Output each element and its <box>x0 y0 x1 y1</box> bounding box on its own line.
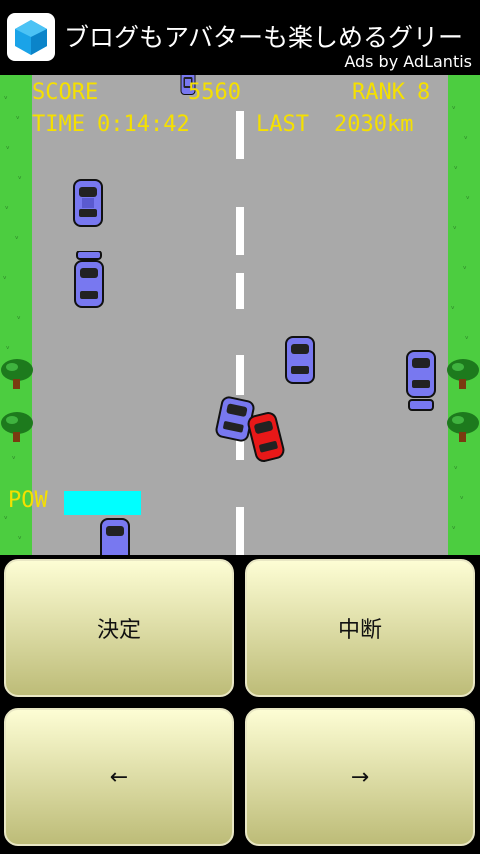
lane-marking <box>236 355 244 395</box>
time-label: TIME <box>32 112 85 137</box>
lane-marking <box>236 207 244 255</box>
right-button[interactable]: → <box>245 708 475 846</box>
lane-marking <box>236 273 244 309</box>
enemy-car <box>285 336 315 384</box>
score-value: 5560 <box>188 80 241 105</box>
score-label: SCORE <box>32 80 99 105</box>
rank-label: RANK <box>352 80 405 105</box>
enemy-car <box>100 518 130 555</box>
pow-label: POW <box>8 488 48 513</box>
player-car <box>247 411 285 463</box>
time-value: 0:14:42 <box>97 112 190 137</box>
tree-icon <box>1 359 33 389</box>
lane-marking <box>236 111 244 159</box>
tree-icon <box>447 412 479 442</box>
enemy-car <box>73 179 103 227</box>
ad-text[interactable]: ブログもアバターも楽しめるグリー <box>64 18 463 54</box>
hexagon-cube-icon <box>7 13 55 61</box>
last-label: LAST <box>256 112 309 137</box>
control-panel: 決定 中断 ← → <box>0 555 480 854</box>
pow-bar <box>64 491 141 515</box>
left-grass: ᵛᵛᵛ ᵛᵛᵛ ᵛᵛᵛ ᵛᵛᵛ <box>0 75 32 555</box>
ad-banner[interactable]: ブログもアバターも楽しめるグリー Ads by AdLantis <box>0 0 480 75</box>
pause-button[interactable]: 中断 <box>245 559 475 697</box>
confirm-button[interactable]: 決定 <box>4 559 234 697</box>
ad-credit: Ads by AdLantis <box>344 52 472 71</box>
enemy-car <box>74 251 104 308</box>
rank-value: 8 <box>417 80 431 105</box>
enemy-car <box>406 350 436 411</box>
lane-marking <box>236 507 244 555</box>
left-button[interactable]: ← <box>4 708 234 846</box>
tree-icon <box>447 359 479 389</box>
game-area: ᵛᵛᵛ ᵛᵛᵛ ᵛᵛᵛ ᵛᵛᵛ ᵛᵛᵛ ᵛᵛᵛ ᵛᵛᵛ ᵛᵛ SCORE 556… <box>0 75 480 555</box>
tree-icon <box>1 412 33 442</box>
last-value: 2030km <box>334 112 414 137</box>
right-grass: ᵛᵛᵛ ᵛᵛᵛ ᵛᵛᵛ ᵛᵛ <box>448 75 480 555</box>
